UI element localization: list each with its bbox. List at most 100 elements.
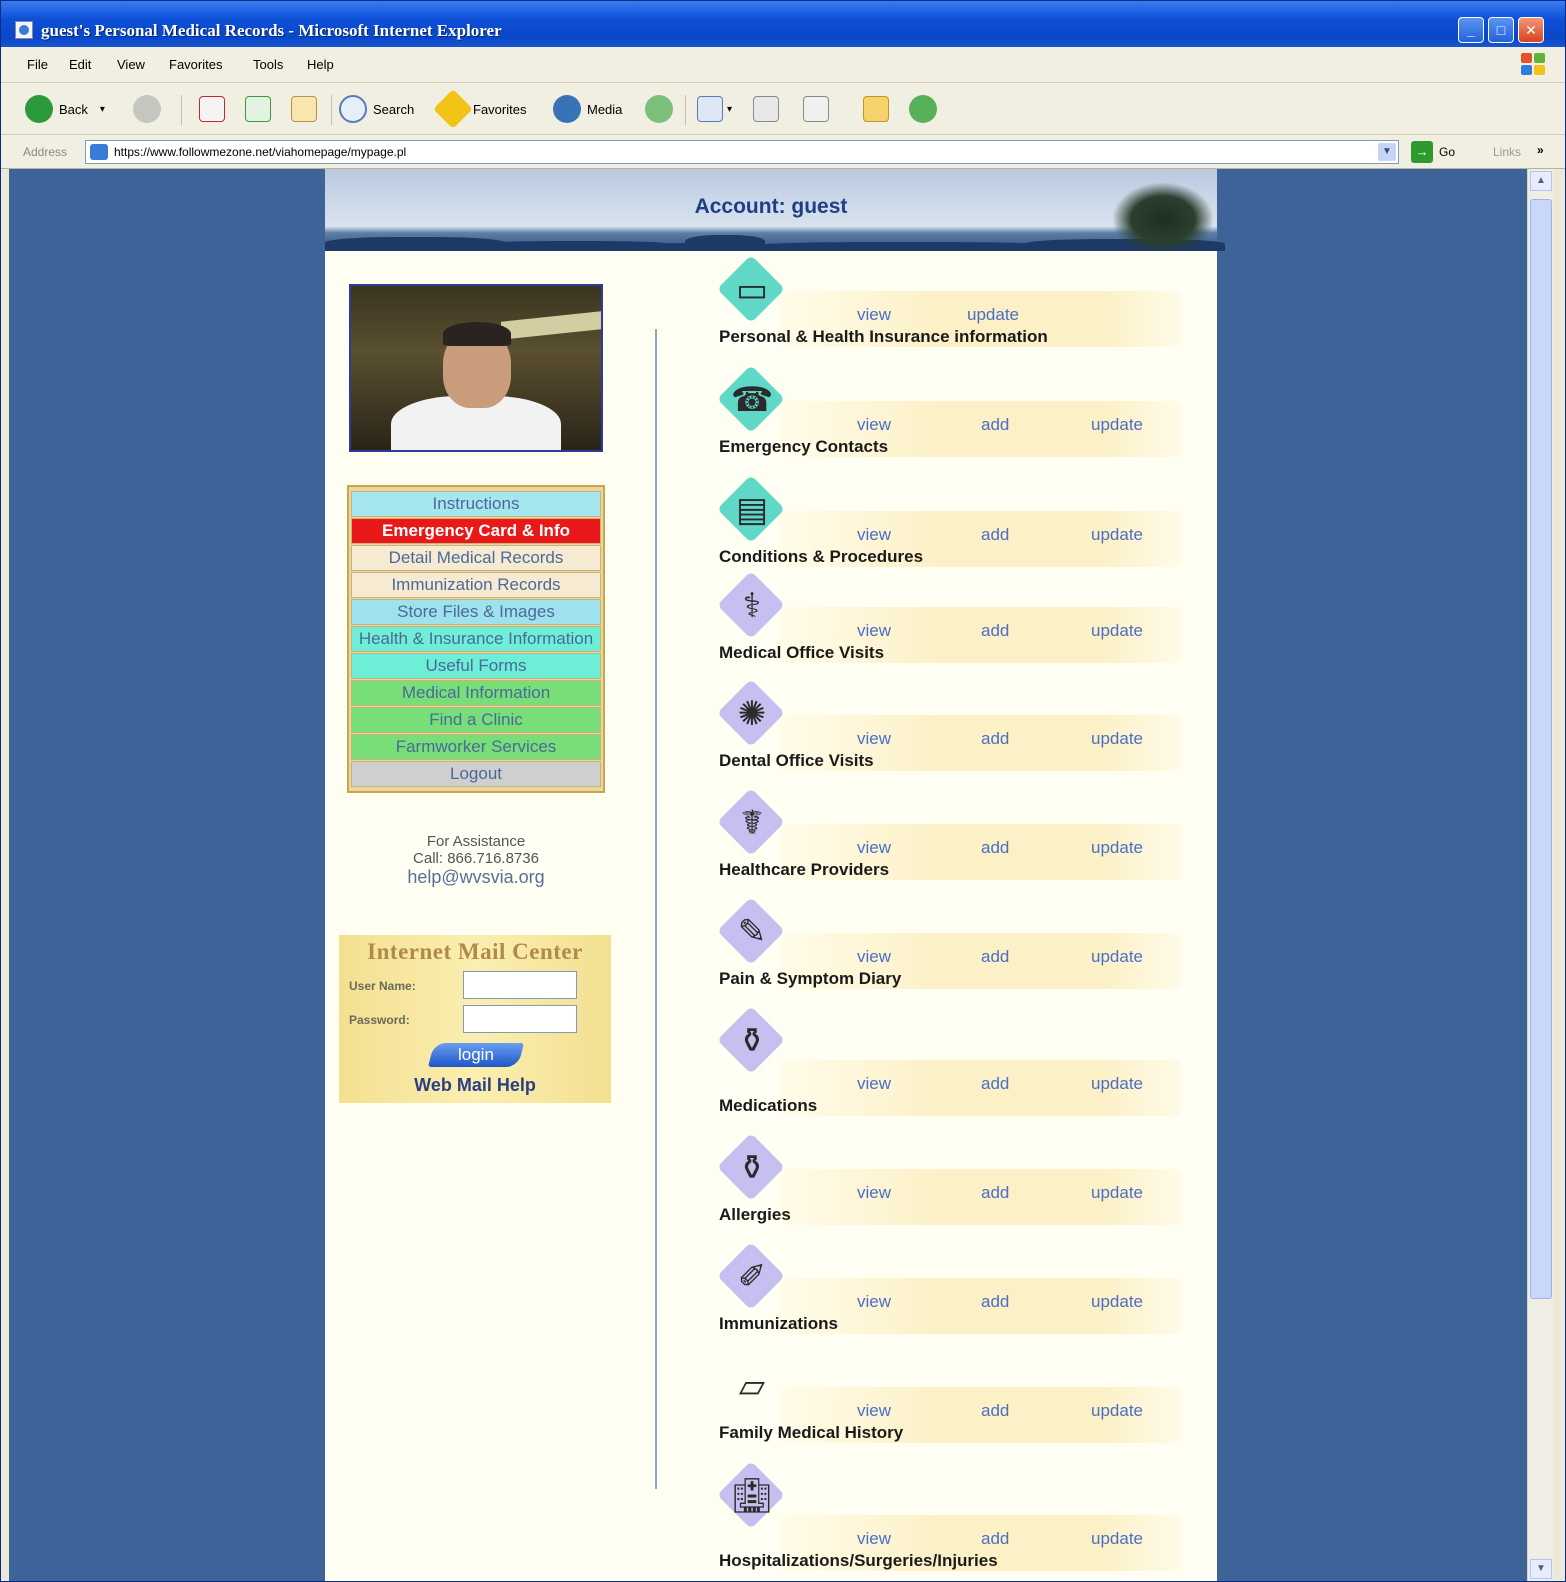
nav-immunization-records[interactable]: Immunization Records [351,572,601,598]
add-link[interactable]: add [981,525,1009,545]
scroll-down-icon[interactable]: ▼ [1530,1559,1552,1579]
syringe-icon: ✐ [717,1242,785,1310]
menu-tools[interactable]: Tools [253,57,283,72]
refresh-button[interactable] [245,93,271,125]
scroll-thumb[interactable] [1530,199,1552,1299]
messenger-button[interactable] [909,93,943,125]
bottle-icon: ⚱ [717,1133,785,1201]
edit-button[interactable] [803,93,829,125]
back-dropdown-icon[interactable]: ▾ [100,104,105,115]
add-link[interactable]: add [981,947,1009,967]
add-link[interactable]: add [981,1183,1009,1203]
menu-help[interactable]: Help [307,57,334,72]
menu-file[interactable]: File [27,57,48,72]
view-link[interactable]: view [857,305,891,325]
maximize-button[interactable]: □ [1488,17,1514,43]
record-name: Medical Office Visits [719,643,885,662]
nav-logout[interactable]: Logout [351,761,601,787]
stop-button[interactable] [199,93,225,125]
forward-button[interactable] [133,93,167,125]
update-link[interactable]: update [1091,1401,1143,1421]
folder-button[interactable] [863,93,889,125]
view-link[interactable]: view [857,525,891,545]
nav-useful-forms[interactable]: Useful Forms [351,653,601,679]
view-link[interactable]: view [857,947,891,967]
nav-emergency-card[interactable]: Emergency Card & Info [351,518,601,544]
update-link[interactable]: update [1091,1074,1143,1094]
view-link[interactable]: view [857,1529,891,1549]
mail-dropdown-icon[interactable]: ▾ [727,104,732,115]
update-link[interactable]: update [1091,1183,1143,1203]
record-medical-office-visits: ⚕ view add update Medical Office Visits [709,571,1189,673]
view-link[interactable]: view [857,1401,891,1421]
contacts-icon: ☎ [717,365,785,433]
view-link[interactable]: view [857,1074,891,1094]
view-link[interactable]: view [857,729,891,749]
history-icon [645,95,673,123]
view-link[interactable]: view [857,838,891,858]
add-link[interactable]: add [981,1292,1009,1312]
minimize-button[interactable]: _ [1458,17,1484,43]
add-link[interactable]: add [981,1074,1009,1094]
menu-edit[interactable]: Edit [69,57,91,72]
view-link[interactable]: view [857,415,891,435]
update-link[interactable]: update [1091,525,1143,545]
update-link[interactable]: update [1091,621,1143,641]
nav-farmworker-services[interactable]: Farmworker Services [351,734,601,760]
username-input[interactable] [463,971,577,999]
update-link[interactable]: update [1091,838,1143,858]
address-input[interactable]: https://www.followmezone.net/viahomepage… [85,140,1399,164]
media-button[interactable]: Media [553,93,622,125]
login-button[interactable]: login [428,1043,524,1067]
nav-store-files[interactable]: Store Files & Images [351,599,601,625]
close-button[interactable]: ✕ [1518,17,1544,43]
update-link[interactable]: update [1091,947,1143,967]
view-link[interactable]: view [857,621,891,641]
links-chevron-icon[interactable]: » [1537,143,1544,157]
address-dropdown-icon[interactable]: ▼ [1378,143,1396,161]
home-button[interactable] [291,93,317,125]
add-link[interactable]: add [981,1401,1009,1421]
nav-health-insurance[interactable]: Health & Insurance Information [351,626,601,652]
update-link[interactable]: update [1091,729,1143,749]
links-label[interactable]: Links [1493,145,1521,159]
view-link[interactable]: view [857,1183,891,1203]
title-bar[interactable]: guest's Personal Medical Records - Micro… [1,1,1565,47]
vertical-scrollbar[interactable]: ▲ ▼ [1527,169,1553,1581]
record-name: Emergency Contacts [719,437,889,456]
menu-view[interactable]: View [117,57,145,72]
username-label: User Name: [349,979,416,993]
back-button[interactable]: Back ▾ [25,93,105,125]
web-mail-help-link[interactable]: Web Mail Help [339,1075,611,1096]
add-link[interactable]: add [981,838,1009,858]
add-link[interactable]: add [981,415,1009,435]
record-name: Hospitalizations/Surgeries/Injuries [719,1551,998,1570]
history-button[interactable] [645,93,679,125]
password-input[interactable] [463,1005,577,1033]
nav-detail-medical-records[interactable]: Detail Medical Records [351,545,601,571]
nav-instructions[interactable]: Instructions [351,491,601,517]
record-name: Immunizations [719,1314,839,1333]
go-arrow-icon: → [1411,141,1433,163]
scroll-up-icon[interactable]: ▲ [1530,171,1552,191]
menu-favorites[interactable]: Favorites [169,57,222,72]
add-link[interactable]: add [981,1529,1009,1549]
update-link[interactable]: update [1091,415,1143,435]
home-icon [291,96,317,122]
add-link[interactable]: add [981,729,1009,749]
update-link[interactable]: update [967,305,1019,325]
search-button[interactable]: Search [339,93,414,125]
favorites-button[interactable]: Favorites [433,89,526,129]
update-link[interactable]: update [1091,1292,1143,1312]
window-title: guest's Personal Medical Records - Micro… [41,21,502,40]
nav-medical-information[interactable]: Medical Information [351,680,601,706]
nav-find-clinic[interactable]: Find a Clinic [351,707,601,733]
assistance-info: For Assistance Call: 866.716.8736 help@w… [347,833,605,888]
go-button[interactable]: → Go [1411,141,1455,163]
update-link[interactable]: update [1091,1529,1143,1549]
assistance-email-link[interactable]: help@wvsvia.org [347,867,605,888]
add-link[interactable]: add [981,621,1009,641]
print-button[interactable] [753,93,779,125]
mail-button[interactable]: ▾ [697,93,732,125]
view-link[interactable]: view [857,1292,891,1312]
